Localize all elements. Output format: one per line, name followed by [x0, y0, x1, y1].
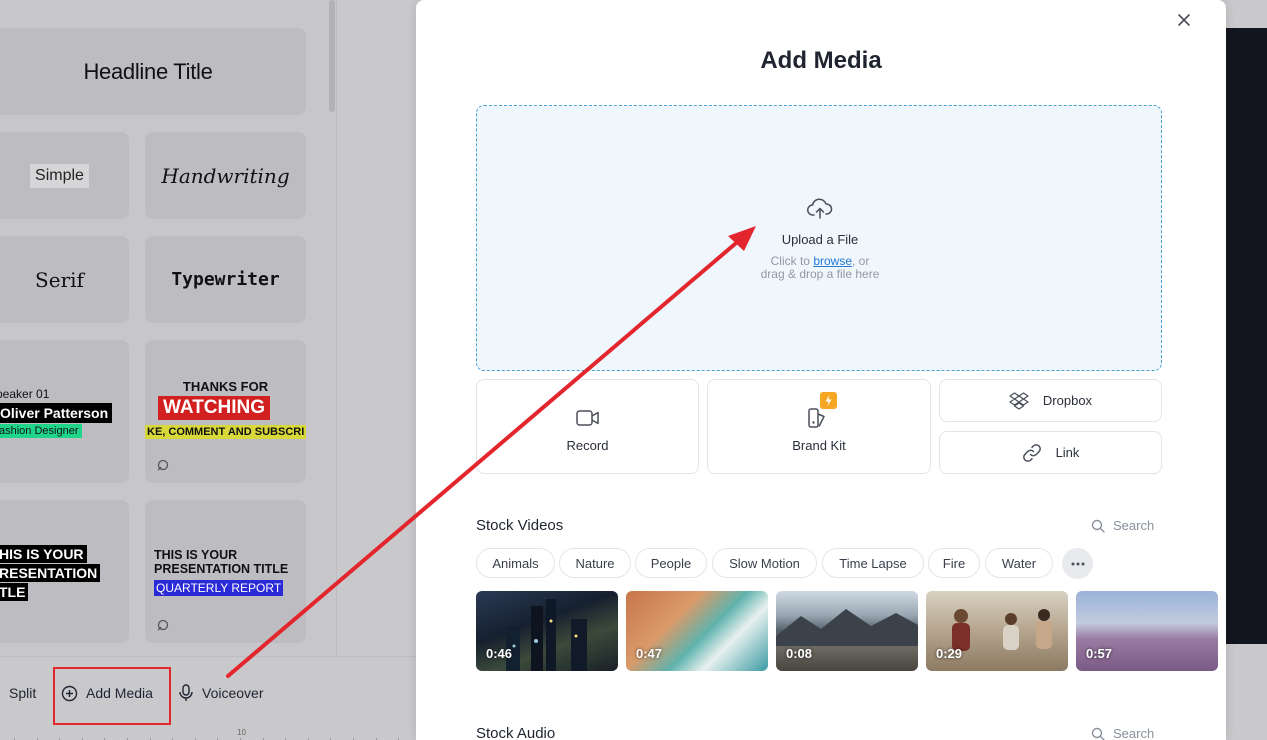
brand-kit-label: Brand Kit	[792, 438, 846, 453]
video-duration: 0:08	[786, 646, 813, 661]
voiceover-label: Voiceover	[202, 685, 264, 701]
cloud-upload-icon	[807, 198, 833, 219]
dropbox-icon	[1009, 391, 1029, 410]
video-duration: 0:46	[486, 646, 513, 661]
animation-icon	[157, 459, 169, 471]
video-duration: 0:57	[1086, 646, 1113, 661]
search-icon	[1091, 727, 1105, 740]
split-button[interactable]: Split	[9, 683, 36, 703]
pres-line1: THIS IS YOUR	[154, 548, 238, 562]
upload-hint-suffix: , or	[852, 254, 870, 268]
canvas-area	[336, 0, 416, 656]
stock-video-thumb[interactable]: 0:29	[926, 591, 1068, 671]
record-label: Record	[566, 438, 609, 453]
chip-fire[interactable]: Fire	[928, 548, 980, 578]
animation-icon	[157, 619, 169, 631]
close-icon[interactable]	[1176, 12, 1192, 28]
serif-label: Serif	[35, 267, 84, 292]
simple-label: Simple	[30, 163, 89, 188]
link-button[interactable]: Link	[939, 431, 1162, 474]
thisis-line1: HIS IS YOUR	[0, 545, 87, 563]
stock-video-thumb[interactable]: 0:47	[626, 591, 768, 671]
thanks-line1: THANKS FOR	[182, 379, 269, 394]
link-row: Link	[940, 432, 1161, 473]
stock-video-thumb[interactable]: 0:46	[476, 591, 618, 671]
chip-animals[interactable]: Animals	[476, 548, 555, 578]
thanks-line2: WATCHING	[158, 396, 271, 420]
dropbox-label: Dropbox	[1042, 393, 1093, 408]
text-style-thanks[interactable]: THANKS FOR WATCHING KE, COMMENT AND SUBS…	[145, 340, 306, 483]
lightning-badge-icon	[820, 392, 837, 409]
stock-videos-search[interactable]: Search	[1091, 518, 1154, 533]
timeline-toolbar: Split Add Media Voiceover 10	[0, 656, 416, 740]
chip-time-lapse[interactable]: Time Lapse	[822, 548, 924, 578]
voiceover-button[interactable]: Voiceover	[178, 683, 263, 703]
video-camera-icon	[575, 410, 599, 426]
record-button[interactable]: Record	[476, 379, 699, 474]
microphone-icon	[179, 684, 193, 701]
speaker-line1: peaker 01	[0, 387, 50, 401]
stock-videos-title: Stock Videos	[476, 517, 564, 534]
dropbox-button[interactable]: Dropbox	[939, 379, 1162, 422]
browse-link[interactable]: browse	[813, 254, 852, 268]
stock-audio-search-label: Search	[1113, 726, 1155, 740]
split-label: Split	[9, 685, 37, 701]
upload-title: Upload a File	[781, 232, 859, 247]
pres-line2: PRESENTATION TITLE	[154, 562, 289, 576]
upload-hint-line2: drag & drop a file here	[760, 267, 880, 281]
handwriting-label: Handwriting	[161, 163, 290, 188]
more-categories-button[interactable]	[1062, 548, 1093, 579]
text-style-handwriting[interactable]: Handwriting	[145, 132, 306, 219]
text-style-serif[interactable]: Serif	[0, 236, 129, 323]
dropbox-row: Dropbox	[940, 380, 1161, 421]
upload-hint: Click to browse, or drag & drop a file h…	[477, 255, 1163, 281]
text-style-speaker[interactable]: peaker 01 Oliver Patterson ashion Design…	[0, 340, 129, 483]
upload-dropzone[interactable]: Upload a File Click to browse, or drag &…	[476, 105, 1162, 371]
text-style-typewriter[interactable]: Typewriter	[145, 236, 306, 323]
chip-nature[interactable]: Nature	[559, 548, 631, 578]
stock-audio-search[interactable]: Search	[1091, 726, 1154, 740]
add-media-modal: Add Media Upload a File Click to browse,…	[416, 0, 1226, 740]
video-duration: 0:47	[636, 646, 663, 661]
chip-slow-motion[interactable]: Slow Motion	[712, 548, 817, 578]
brand-kit-icon	[808, 408, 825, 428]
speaker-line2: Oliver Patterson	[0, 403, 113, 423]
link-icon	[1022, 443, 1041, 462]
brand-kit-button[interactable]: Brand Kit	[707, 379, 931, 474]
pres-line3: QUARTERLY REPORT	[154, 580, 284, 596]
text-styles-panel: Headline Title Simple Handwriting Serif …	[0, 0, 336, 656]
preview-area	[1226, 28, 1267, 644]
thanks-line3: KE, COMMENT AND SUBSCRI	[145, 425, 306, 439]
stock-audio-title: Stock Audio	[476, 725, 556, 740]
link-label: Link	[1055, 445, 1080, 460]
stock-video-thumb[interactable]: 0:08	[776, 591, 918, 671]
typewriter-label: Typewriter	[171, 269, 280, 290]
text-style-simple[interactable]: Simple	[0, 132, 129, 219]
text-style-presentation[interactable]: THIS IS YOUR PRESENTATION TITLE QUARTERL…	[145, 500, 306, 643]
headline-label: Headline Title	[83, 58, 213, 84]
more-dots-icon	[1071, 562, 1084, 565]
thisis-line2: RESENTATION	[0, 564, 101, 582]
stock-videos-search-label: Search	[1113, 518, 1155, 533]
thisis-line3: TLE	[0, 583, 29, 601]
stock-video-thumb[interactable]: 0:57	[1076, 591, 1218, 671]
preview-area-lower	[1226, 644, 1267, 740]
speaker-line3: ashion Designer	[0, 424, 82, 438]
modal-title: Add Media	[760, 47, 882, 74]
upload-hint-prefix: Click to	[770, 254, 814, 268]
search-icon	[1091, 519, 1105, 533]
highlight-annotation	[53, 667, 171, 725]
chip-water[interactable]: Water	[985, 548, 1053, 578]
pres-title: THIS IS YOUR PRESENTATION TITLE	[154, 548, 288, 576]
text-style-thisis[interactable]: HIS IS YOUR RESENTATION TLE	[0, 500, 129, 643]
panel-scrollbar[interactable]	[329, 0, 335, 112]
chip-people[interactable]: People	[635, 548, 707, 578]
text-style-headline[interactable]: Headline Title	[0, 28, 306, 115]
video-duration: 0:29	[936, 646, 963, 661]
timeline-ruler-label: 10	[237, 728, 246, 737]
